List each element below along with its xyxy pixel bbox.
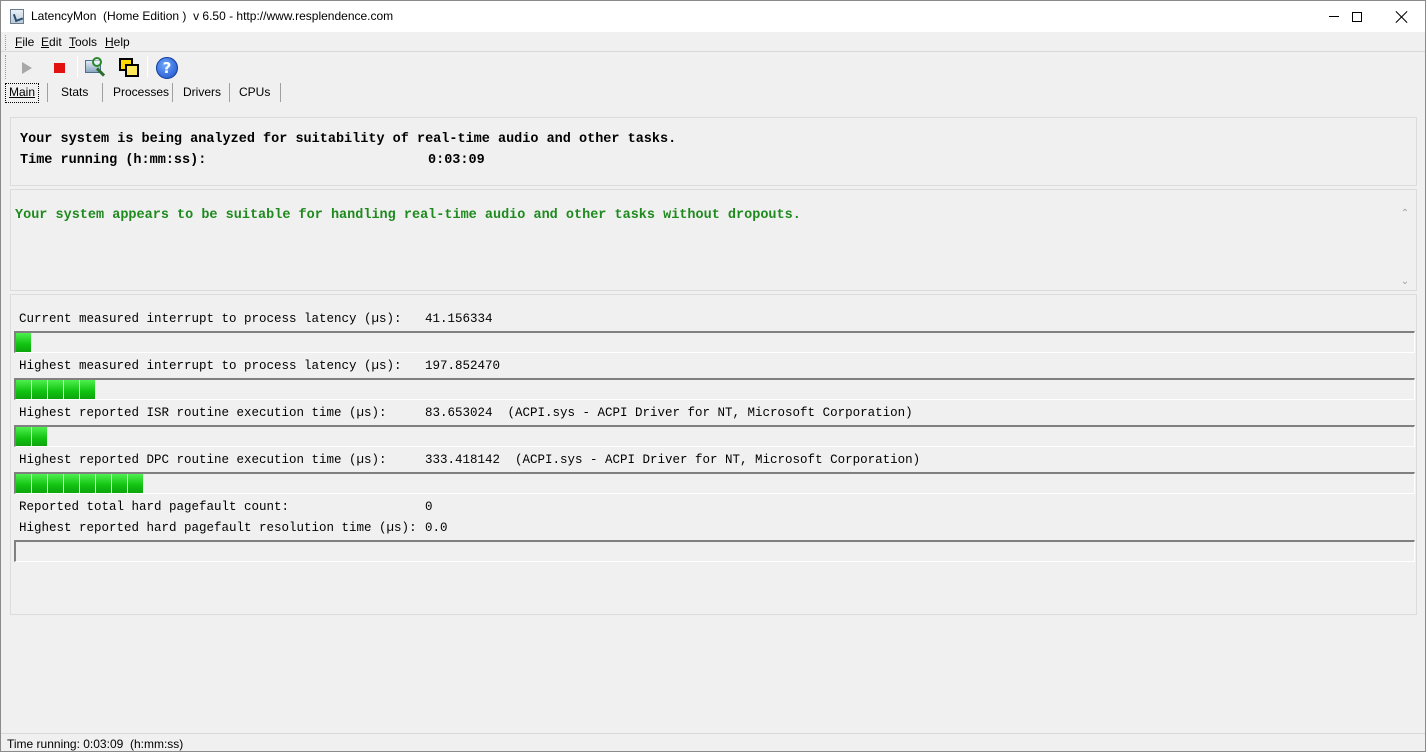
- stop-button[interactable]: [46, 55, 72, 81]
- bar-segment: [32, 427, 47, 446]
- tab-separator: [280, 83, 281, 102]
- menu-bar: File Edit Tools Help: [1, 32, 1425, 52]
- windows-icon: [118, 57, 140, 79]
- menu-tools[interactable]: Tools: [69, 35, 97, 49]
- isr-bar: [14, 425, 1415, 447]
- status-bar: Time running: 0:03:09 (h:mm:ss): [1, 733, 1425, 752]
- bar-segment: [112, 474, 127, 493]
- metric-label: Highest measured interrupt to process la…: [19, 359, 402, 373]
- conclusion-text: Your system appears to be suitable for h…: [15, 208, 801, 223]
- analysis-status-panel: Your system is being analyzed for suitab…: [10, 117, 1417, 186]
- bar-fill: [16, 380, 95, 399]
- tab-separator: [229, 83, 230, 102]
- bar-segment: [96, 474, 111, 493]
- metric-value: 333.418142 (ACPI.sys - ACPI Driver for N…: [425, 453, 921, 467]
- analysis-status-text: Your system is being analyzed for suitab…: [20, 132, 677, 147]
- bar-segment: [48, 380, 63, 399]
- metric-label: Highest reported ISR routine execution t…: [19, 406, 387, 420]
- bar-fill: [16, 474, 143, 493]
- latencymon-window: LatencyMon (Home Edition ) v 6.50 - http…: [0, 0, 1426, 752]
- menu-file[interactable]: File: [15, 35, 34, 49]
- bar-segment: [16, 380, 31, 399]
- tab-cpus[interactable]: CPUs: [239, 83, 270, 103]
- pagefault-bar: [14, 540, 1415, 562]
- menu-help[interactable]: Help: [105, 35, 130, 49]
- bar-segment: [80, 380, 95, 399]
- metric-value: 197.852470: [425, 359, 501, 373]
- close-button[interactable]: [1379, 1, 1425, 32]
- metrics-panel: Current measured interrupt to process la…: [10, 294, 1417, 615]
- tab-bar: Main Stats Processes Drivers CPUs: [1, 81, 1425, 104]
- toolbar-grip: [5, 55, 7, 79]
- toolbar-separator: [147, 56, 148, 78]
- latency-bar: [14, 331, 1415, 353]
- dpc-bar: [14, 472, 1415, 494]
- bar-segment: [16, 474, 31, 493]
- pagefault-count-label: Reported total hard pagefault count:: [19, 500, 290, 514]
- scroll-down-icon[interactable]: ⌄: [1400, 277, 1410, 287]
- windows-button[interactable]: [116, 55, 142, 81]
- conclusion-panel: Your system appears to be suitable for h…: [10, 189, 1417, 291]
- metric-label: Highest reported DPC routine execution t…: [19, 453, 387, 467]
- latency-bar: [14, 378, 1415, 400]
- help-icon: ?: [156, 57, 178, 79]
- time-running-label: Time running (h:mm:ss):: [20, 153, 207, 168]
- play-icon: [22, 62, 32, 74]
- app-icon: [10, 9, 24, 24]
- toolbar-separator: [77, 56, 78, 78]
- tab-separator: [172, 83, 173, 102]
- tab-main[interactable]: Main: [5, 83, 40, 103]
- metric-value: 41.156334: [425, 312, 493, 326]
- bar-segment: [16, 427, 31, 446]
- maximize-button[interactable]: [1334, 1, 1380, 32]
- help-button[interactable]: ?: [154, 55, 180, 81]
- window-title: LatencyMon (Home Edition ) v 6.50 - http…: [31, 9, 394, 23]
- tab-stats[interactable]: Stats: [61, 83, 88, 103]
- metric-label: Current measured interrupt to process la…: [19, 312, 402, 326]
- metric-value: 83.653024 (ACPI.sys - ACPI Driver for NT…: [425, 406, 913, 420]
- scroll-up-icon[interactable]: ⌃: [1400, 209, 1410, 219]
- bar-fill: [16, 333, 31, 352]
- bar-segment: [128, 474, 143, 493]
- status-bar-text: Time running: 0:03:09 (h:mm:ss): [7, 737, 184, 751]
- title-bar[interactable]: LatencyMon (Home Edition ) v 6.50 - http…: [1, 1, 1425, 32]
- toolbar: ?: [1, 53, 1425, 81]
- bar-segment: [32, 474, 47, 493]
- time-running-value: 0:03:09: [428, 153, 485, 168]
- start-button[interactable]: [14, 55, 40, 81]
- stop-icon: [53, 63, 65, 73]
- close-icon: [1396, 11, 1408, 23]
- bar-segment: [32, 380, 47, 399]
- bar-segment: [48, 474, 63, 493]
- tab-separator: [47, 83, 48, 102]
- tab-drivers[interactable]: Drivers: [183, 83, 221, 103]
- bar-fill: [16, 427, 47, 446]
- search-icon: [85, 57, 107, 79]
- bar-segment: [64, 380, 79, 399]
- bar-segment: [64, 474, 79, 493]
- tab-separator: [102, 83, 103, 102]
- pagefault-time-value: 0.0: [425, 521, 448, 535]
- bar-segment: [16, 333, 31, 352]
- tab-processes[interactable]: Processes: [113, 83, 169, 103]
- bar-segment: [80, 474, 95, 493]
- menu-edit[interactable]: Edit: [41, 35, 62, 49]
- pagefault-count-value: 0: [425, 500, 433, 514]
- maximize-icon: [1352, 11, 1362, 22]
- pagefault-time-label: Highest reported hard pagefault resoluti…: [19, 521, 417, 535]
- analyze-button[interactable]: [83, 55, 109, 81]
- menu-grip: [5, 35, 7, 50]
